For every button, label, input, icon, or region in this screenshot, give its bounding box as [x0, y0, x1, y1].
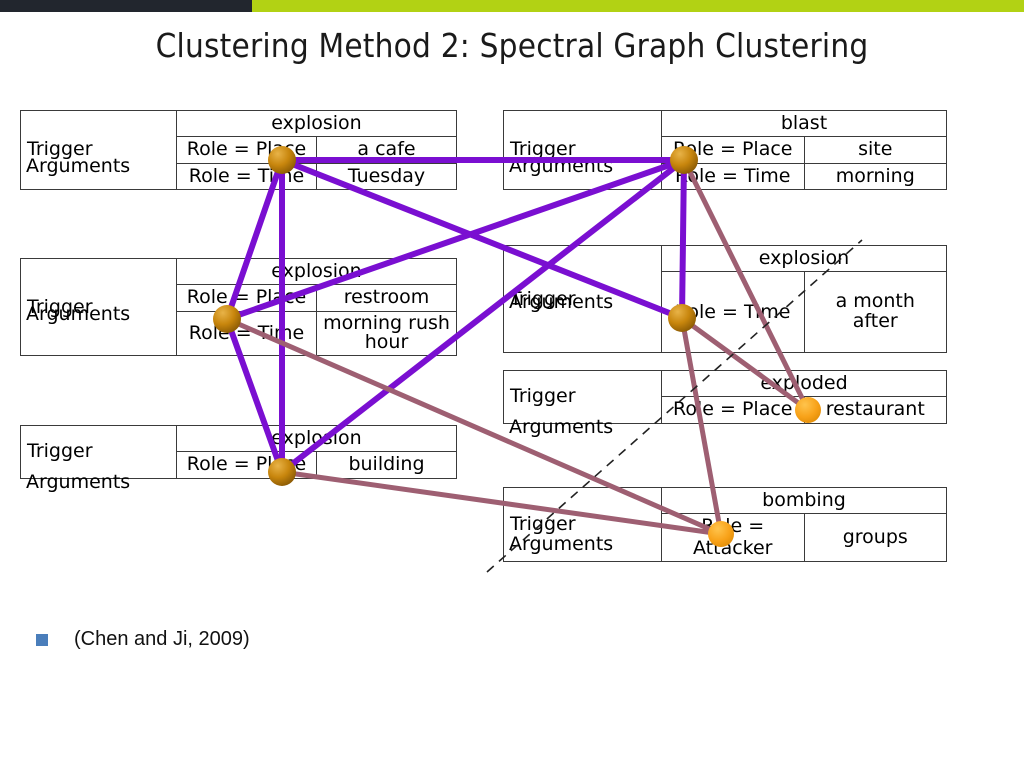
arg-role: Role = Place: [661, 136, 805, 164]
arg-value: site: [803, 136, 947, 164]
row-label-arguments-6: Arguments: [509, 416, 614, 438]
arg-value: building: [316, 451, 457, 479]
trigger-value: explosion: [661, 244, 947, 273]
row-label-arguments-3: Arguments: [26, 471, 131, 493]
accent-bar-dark: [0, 0, 252, 12]
trigger-value: blast: [661, 109, 947, 138]
arg-role: Role = Time: [176, 310, 317, 357]
page-title: Clustering Method 2: Spectral Graph Clus…: [155, 26, 869, 65]
accent-bar-green: [252, 0, 1024, 12]
trigger-value: exploded: [661, 369, 947, 398]
trigger-value: bombing: [661, 486, 947, 515]
arg-value: groups: [803, 513, 947, 562]
arg-role: Role = Place: [176, 451, 317, 479]
arg-value: a cafe: [316, 136, 457, 164]
table-row: Trigger bombing: [503, 486, 947, 562]
row-label-arguments-2: Arguments: [26, 303, 131, 325]
citation-text: (Chen and Ji, 2009): [74, 628, 250, 650]
table-row: Trigger explosion: [20, 109, 457, 190]
table-row: Trigger blast: [503, 109, 947, 190]
event-table-4: Trigger blast Role = Place site Role = T…: [503, 109, 947, 190]
square-bullet-icon: [36, 633, 48, 646]
arg-value: morning rush hour: [316, 310, 457, 357]
trigger-value: explosion: [176, 424, 457, 453]
arg-value: restaurant: [803, 396, 947, 424]
arg-role: Role = Place: [176, 136, 317, 164]
row-header-trigger: Trigger: [20, 110, 177, 190]
arg-role: Role = Time: [661, 271, 805, 354]
row-label-arguments-7: Arguments: [509, 533, 614, 555]
row-header-trigger: Trigger: [503, 110, 662, 190]
arg-value: restroom: [316, 284, 457, 312]
row-label-arguments-1: Arguments: [26, 155, 131, 177]
arg-value: morning: [803, 162, 947, 190]
arg-value: a month after: [803, 271, 947, 354]
arg-role: Role = Place: [176, 284, 317, 312]
arg-role: Role = Place: [661, 396, 805, 424]
arg-role: Role = Time: [176, 162, 317, 190]
trigger-value: explosion: [176, 109, 457, 138]
footer-bullet-item: (Chen and Ji, 2009): [36, 628, 250, 651]
trigger-value: explosion: [176, 257, 457, 286]
table-row: Trigger explosion: [20, 424, 457, 479]
arg-role: Role = Time: [661, 162, 805, 190]
table-row: Trigger explosion: [503, 244, 947, 354]
table-row: Trigger exploded: [503, 369, 947, 424]
row-label-arguments-5: Arguments: [509, 291, 614, 313]
row-label-arguments-4: Arguments: [509, 155, 614, 177]
arg-value: Tuesday: [316, 162, 457, 190]
event-table-1: Trigger explosion Role = Place a cafe Ro…: [20, 109, 457, 190]
slide-canvas: Clustering Method 2: Spectral Graph Clus…: [0, 0, 1024, 768]
table-row: Trigger explosion: [20, 257, 457, 357]
arg-role: Role = Attacker: [661, 513, 805, 562]
